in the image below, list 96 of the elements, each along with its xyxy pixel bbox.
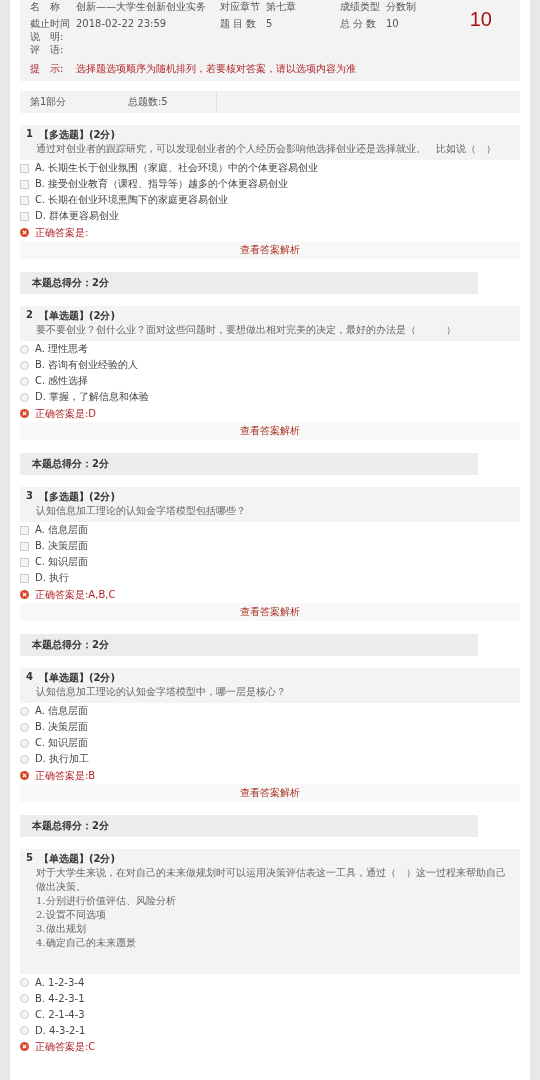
radio-button[interactable] (20, 1009, 29, 1019)
question-text: 通过对创业者的跟踪研究，可以发现创业者的个人经历会影响他选择创业还是选择就业。 比如说（ ） (35, 142, 497, 156)
question-type: 【单选题】(2分) (38, 671, 116, 685)
field-value: 创新——大学生创新创业实务 (76, 0, 206, 13)
question-type: 【单选题】(2分) (38, 309, 116, 323)
question-number: 5 (26, 852, 33, 865)
option-text: B. 决策层面 (35, 720, 89, 734)
radio-button[interactable] (20, 754, 29, 764)
option-text: A. 信息层面 (35, 523, 89, 537)
question-number: 4 (26, 671, 33, 684)
option-text: C. 知识层面 (35, 555, 89, 569)
question-number: 2 (26, 309, 33, 322)
wrong-icon (20, 228, 29, 237)
correct-answer: 正确答案是: (35, 225, 89, 240)
wrong-icon (20, 409, 29, 418)
option-text: B. 决策层面 (35, 539, 89, 553)
field-value: 2018-02-22 23:59 (76, 17, 167, 30)
checkbox[interactable] (20, 541, 29, 551)
option-text: C. 2-1-4-3 (35, 1008, 85, 1020)
radio-button[interactable] (20, 360, 29, 370)
question-text: 认知信息加工理论的认知金字塔模型中，哪一层是核心？ (35, 685, 287, 699)
question-text: 2.设置不同选项 (35, 908, 107, 922)
option-text: D. 4-3-2-1 (35, 1024, 86, 1036)
question-score: 本题总得分：2分 (32, 638, 109, 652)
table-cell-text: 第1部分 (29, 95, 68, 109)
table-cell-text: 总题数:5 (127, 95, 169, 109)
question-type: 【单选题】(2分) (38, 852, 116, 866)
option-text: C. 长期在创业环境熏陶下的家庭更容易创业 (35, 193, 229, 207)
correct-answer: 正确答案是:D (35, 406, 97, 421)
radio-button[interactable] (20, 738, 29, 748)
field-label: 名 称 (30, 0, 61, 13)
question-text: 3.做出规划 (35, 922, 87, 936)
field-value: 5 (266, 17, 273, 30)
checkbox[interactable] (20, 573, 29, 583)
field-label: 截止时间 (30, 17, 70, 30)
score: 10 (469, 8, 492, 31)
field-value: 10 (386, 17, 399, 30)
question-text: 4.确定自己的未来愿景 (35, 936, 137, 950)
radio-button[interactable] (20, 392, 29, 402)
question-score: 本题总得分：2分 (32, 276, 109, 290)
checkbox[interactable] (20, 179, 29, 189)
tip-text: 选择题选项顺序为随机排列，若要核对答案，请以选项内容为准 (76, 62, 356, 75)
view-analysis-button[interactable]: 查看答案解析 (20, 422, 520, 440)
question-number: 1 (26, 128, 33, 141)
option-text: B. 接受创业教育（课程、指导等）越多的个体更容易创业 (35, 177, 289, 191)
correct-answer: 正确答案是:B (35, 768, 96, 783)
option-text: B. 咨询有创业经验的人 (35, 358, 139, 372)
checkbox[interactable] (20, 525, 29, 535)
field-value: 第七章 (266, 0, 296, 13)
view-analysis-button[interactable]: 查看答案解析 (20, 241, 520, 259)
field-label: 成绩类型 (340, 0, 380, 13)
view-analysis-button[interactable]: 查看答案解析 (20, 603, 520, 621)
checkbox[interactable] (20, 557, 29, 567)
option-text: A. 1-2-3-4 (35, 976, 85, 988)
option-text: A. 长期生长于创业氛围（家庭、社会环境）中的个体更容易创业 (35, 161, 319, 175)
radio-button[interactable] (20, 344, 29, 354)
question-type: 【多选题】(2分) (38, 490, 116, 504)
option-text: B. 4-2-3-1 (35, 992, 85, 1004)
option-text: C. 知识层面 (35, 736, 89, 750)
field-label: 评 语: (30, 43, 65, 56)
checkbox[interactable] (20, 211, 29, 221)
option-text: D. 执行 (35, 571, 70, 585)
field-value: 分数制 (386, 0, 416, 13)
radio-button[interactable] (20, 1025, 29, 1035)
option-text: C. 感性选择 (35, 374, 89, 388)
field-label: 提 示: (30, 62, 65, 75)
radio-button[interactable] (20, 376, 29, 386)
option-text: A. 信息层面 (35, 704, 89, 718)
correct-answer: 正确答案是:C (35, 1039, 96, 1054)
question-text: 1.分别进行价值评估、风险分析 (35, 894, 177, 908)
question-number: 3 (26, 490, 33, 503)
field-label: 总 分 数 (340, 17, 378, 30)
question-text: 对于大学生来说，在对自己的未来做规划时可以运用决策评估表这一工具，通过（ ）这一过程来帮助自己做出决策。 (35, 866, 507, 894)
wrong-icon (20, 771, 29, 780)
wrong-icon (20, 1042, 29, 1051)
correct-answer: 正确答案是:A,B,C (35, 587, 116, 602)
radio-button[interactable] (20, 977, 29, 987)
field-label: 题 目 数 (220, 17, 258, 30)
option-text: D. 掌握，了解信息和体验 (35, 390, 150, 404)
option-text: D. 群体更容易创业 (35, 209, 120, 223)
question-type: 【多选题】(2分) (38, 128, 116, 142)
wrong-icon (20, 590, 29, 599)
radio-button[interactable] (20, 993, 29, 1003)
question-text: 认知信息加工理论的认知金字塔模型包括哪些？ (35, 504, 247, 518)
option-text: D. 执行加工 (35, 752, 90, 766)
question-text: 要不要创业？创什么业？面对这些问题时，要想做出相对完美的决定，最好的办法是（ ） (35, 323, 457, 337)
question-score: 本题总得分：2分 (32, 457, 109, 471)
view-analysis-button[interactable]: 查看答案解析 (20, 784, 520, 802)
radio-button[interactable] (20, 706, 29, 716)
field-label: 对应章节 (220, 0, 260, 13)
question-score: 本题总得分：2分 (32, 819, 109, 833)
field-label: 说 明: (30, 30, 65, 43)
checkbox[interactable] (20, 195, 29, 205)
option-text: A. 理性思考 (35, 342, 89, 356)
checkbox[interactable] (20, 163, 29, 173)
radio-button[interactable] (20, 722, 29, 732)
